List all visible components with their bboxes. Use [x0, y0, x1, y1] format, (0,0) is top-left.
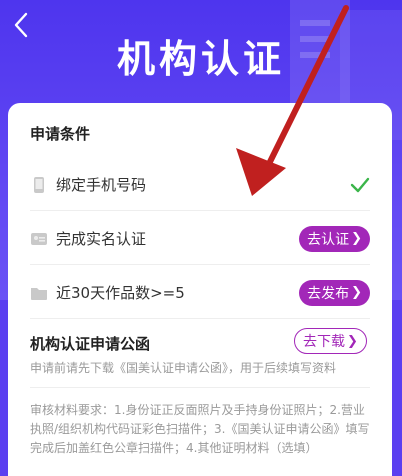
conditions-card: 申请条件 绑定手机号码 完成实名认证 去认证 ❯ 近30天作品数>=5 去发布 …: [8, 103, 392, 476]
publish-button-label: 去发布: [307, 285, 350, 302]
condition-label: 近30天作品数>=5: [56, 284, 185, 302]
condition-row-phone: 绑定手机号码: [30, 159, 370, 211]
letter-title: 机构认证申请公函: [30, 335, 151, 353]
building-decoration: [300, 20, 330, 26]
condition-label: 绑定手机号码: [56, 176, 147, 194]
divider: [30, 387, 370, 388]
chevron-right-icon: ❯: [351, 285, 362, 300]
condition-label: 完成实名认证: [56, 230, 147, 248]
check-icon: [350, 177, 370, 192]
download-button-label: 去下载: [303, 334, 345, 350]
id-card-icon: [31, 232, 47, 245]
phone-icon: [34, 176, 44, 193]
letter-hint: 申请前请先下载《国美认证申请公函》，用于后续填写资料: [30, 361, 337, 375]
section-title: 申请条件: [30, 125, 91, 143]
page-title: 机构认证: [116, 37, 285, 81]
condition-row-realname: 完成实名认证 去认证 ❯: [30, 213, 370, 265]
verify-button-label: 去认证: [307, 231, 350, 248]
materials-requirements: 审核材料要求：1.身份证正反面照片及手持身份证照片；2.营业执照/组织机构代码证…: [30, 403, 370, 455]
publish-button[interactable]: 去发布 ❯: [299, 279, 370, 306]
chevron-right-icon: ❯: [347, 333, 358, 349]
condition-row-works: 近30天作品数>=5 去发布 ❯: [30, 267, 370, 319]
download-button[interactable]: 去下载 ❯: [294, 328, 367, 354]
verify-button[interactable]: 去认证 ❯: [299, 225, 370, 252]
folder-icon: [31, 287, 47, 300]
chevron-right-icon: ❯: [351, 231, 362, 246]
